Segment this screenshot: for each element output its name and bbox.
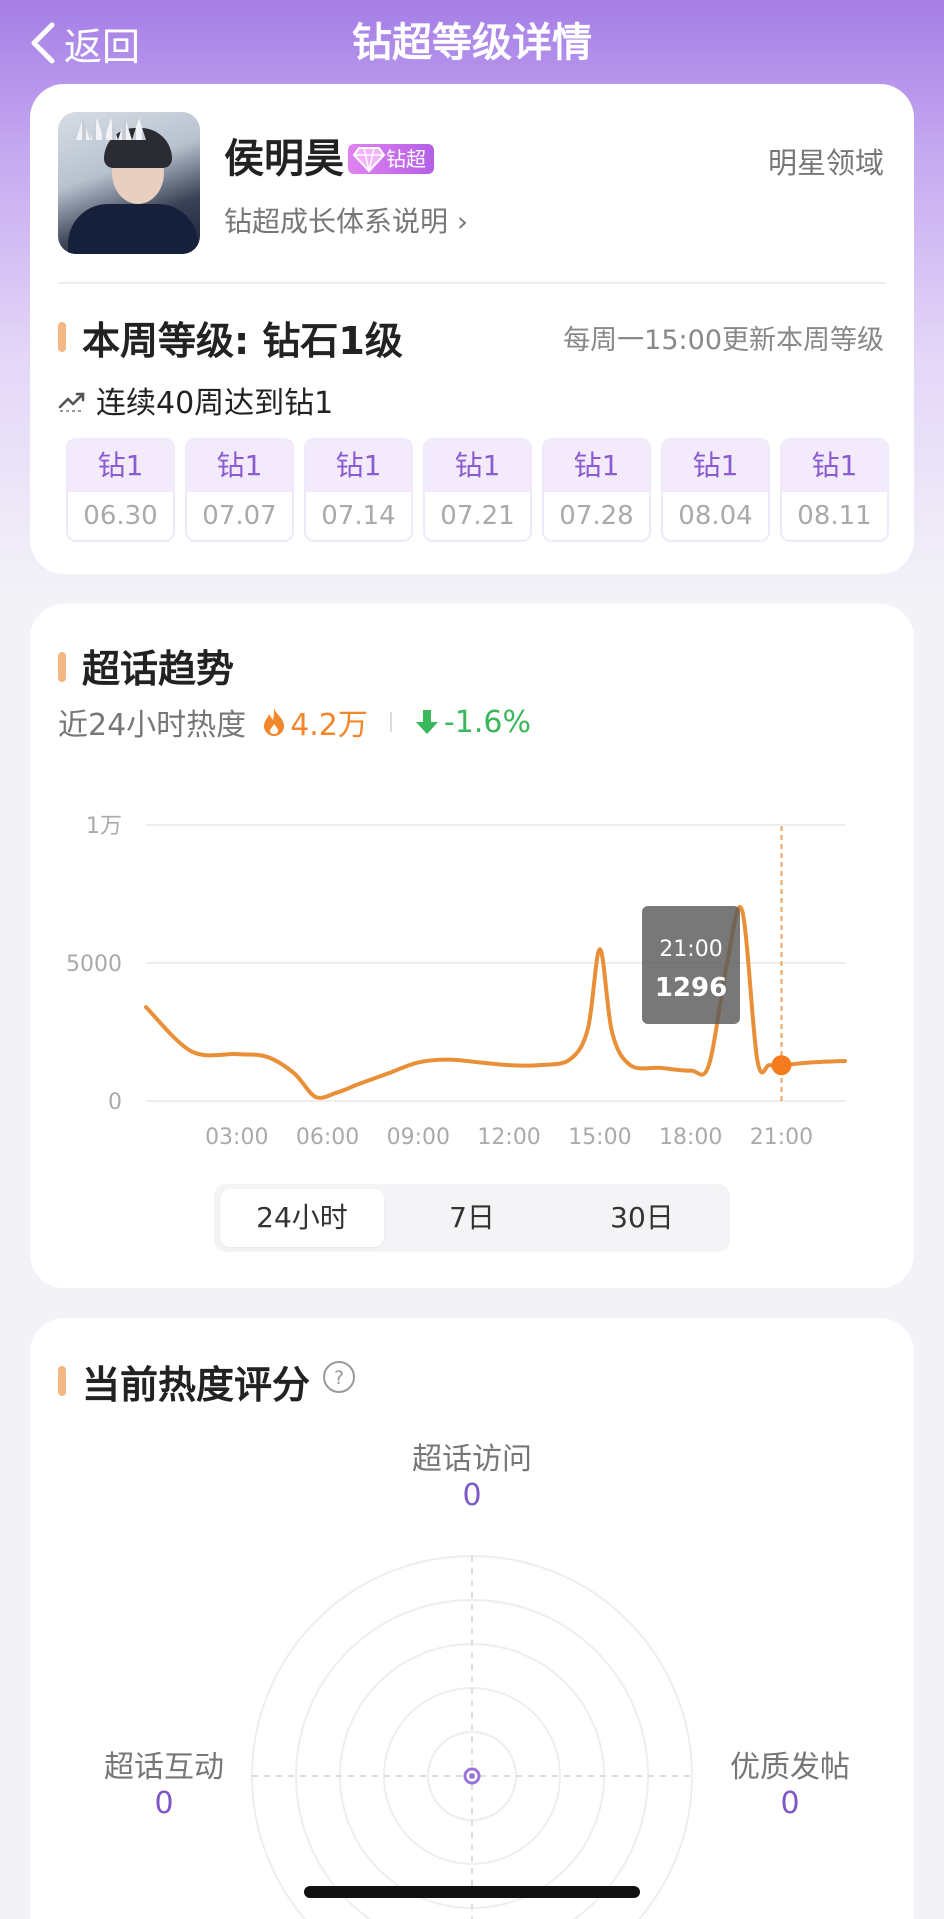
week-level: 钻1 bbox=[425, 440, 530, 492]
x-tick-label: 15:00 bbox=[568, 1125, 631, 1150]
x-tick-label: 12:00 bbox=[477, 1125, 540, 1150]
week-level: 钻1 bbox=[187, 440, 292, 492]
radar-center-dot bbox=[469, 1773, 475, 1779]
week-level: 钻1 bbox=[544, 440, 649, 492]
week-date: 07.28 bbox=[559, 501, 634, 531]
x-tick-label: 09:00 bbox=[387, 1125, 450, 1150]
tab-7d[interactable]: 7日 bbox=[390, 1184, 554, 1252]
streak-row: 连续40周达到钻1 bbox=[58, 378, 333, 422]
week-date: 08.11 bbox=[797, 501, 872, 531]
axis-value-visits: 0 bbox=[462, 1478, 482, 1513]
axis-value-interaction: 0 bbox=[154, 1786, 174, 1821]
update-note: 每周一15:00更新本周等级 bbox=[563, 325, 884, 356]
week-date: 07.21 bbox=[440, 501, 515, 531]
week-level-title: 本周等级: 钻石1级 bbox=[82, 319, 403, 363]
week-item: 钻1 07.28 bbox=[542, 438, 651, 542]
star-domain: 明星领域 bbox=[767, 146, 884, 180]
tooltip-value: 1296 bbox=[655, 973, 727, 1003]
home-indicator[interactable] bbox=[304, 1886, 640, 1898]
tab-24h[interactable]: 24小时 bbox=[220, 1189, 384, 1247]
streak-text: 连续40周达到钻1 bbox=[96, 386, 334, 421]
axis-label-interaction: 超话互动 bbox=[104, 1750, 224, 1785]
trend-card: 超话趋势 近24小时热度 4.2万 -1.6% 1万 5000 0 03:00 06:0… bbox=[30, 604, 914, 1288]
weekly-levels: 钻1 06.30 钻1 07.07 钻1 07.14 钻1 07.21 钻1 07.28 … bbox=[66, 438, 889, 542]
tooltip-box bbox=[642, 906, 740, 1024]
navigation-bar: 返回 钻超等级详情 bbox=[0, 0, 944, 86]
section-accent bbox=[58, 322, 66, 352]
x-tick-label: 06:00 bbox=[296, 1125, 359, 1150]
tab-30d[interactable]: 30日 bbox=[560, 1184, 724, 1252]
week-item: 钻1 08.04 bbox=[661, 438, 770, 542]
week-date: 07.07 bbox=[202, 501, 277, 531]
y-tick-label: 0 bbox=[108, 1090, 122, 1115]
x-tick-label: 21:00 bbox=[750, 1125, 813, 1150]
week-item: 钻1 07.21 bbox=[423, 438, 532, 542]
time-range-tabs: 24小时 7日 30日 bbox=[214, 1184, 730, 1252]
diamond-badge: 钻超 bbox=[348, 144, 434, 174]
week-item: 钻1 08.11 bbox=[780, 438, 889, 542]
axis-label-posts: 优质发帖 bbox=[730, 1750, 850, 1785]
level-card: 侯明昊 钻超 钻超成长体系说明 › 明星领域 本周等级: 钻石1级 每周一15:… bbox=[30, 84, 914, 574]
star-name: 侯明昊 bbox=[224, 136, 344, 182]
week-date: 07.14 bbox=[321, 501, 396, 531]
axis-value-posts: 0 bbox=[780, 1786, 800, 1821]
x-tick-label: 18:00 bbox=[659, 1125, 722, 1150]
avatar[interactable] bbox=[58, 112, 200, 254]
week-date: 06.30 bbox=[83, 501, 158, 531]
diamond-icon bbox=[352, 147, 386, 173]
week-level: 钻1 bbox=[68, 440, 173, 492]
week-level: 钻1 bbox=[306, 440, 411, 492]
score-card: 当前热度评分 ? 超话访问 0 超话互动 0 优质发帖 0 bbox=[30, 1318, 914, 1919]
page-title: 钻超等级详情 bbox=[352, 20, 592, 66]
y-tick-label: 5000 bbox=[66, 952, 122, 977]
trend-up-icon bbox=[58, 392, 85, 412]
week-item: 钻1 07.14 bbox=[304, 438, 413, 542]
y-tick-label: 1万 bbox=[86, 814, 122, 839]
week-date: 08.04 bbox=[678, 501, 753, 531]
week-item: 钻1 07.07 bbox=[185, 438, 294, 542]
axis-label-visits: 超话访问 bbox=[412, 1442, 532, 1477]
highlight-point bbox=[771, 1055, 792, 1076]
growth-system-link[interactable]: 钻超成长体系说明 › bbox=[224, 200, 468, 240]
divider bbox=[58, 282, 886, 284]
week-item: 钻1 06.30 bbox=[66, 438, 175, 542]
series-line bbox=[144, 905, 847, 1100]
radar-chart bbox=[251, 1555, 693, 1919]
week-level: 钻1 bbox=[663, 440, 768, 492]
x-tick-label: 03:00 bbox=[205, 1125, 268, 1150]
badge-label: 钻超 bbox=[386, 147, 426, 171]
week-level: 钻1 bbox=[782, 440, 887, 492]
tooltip-time: 21:00 bbox=[659, 937, 722, 962]
